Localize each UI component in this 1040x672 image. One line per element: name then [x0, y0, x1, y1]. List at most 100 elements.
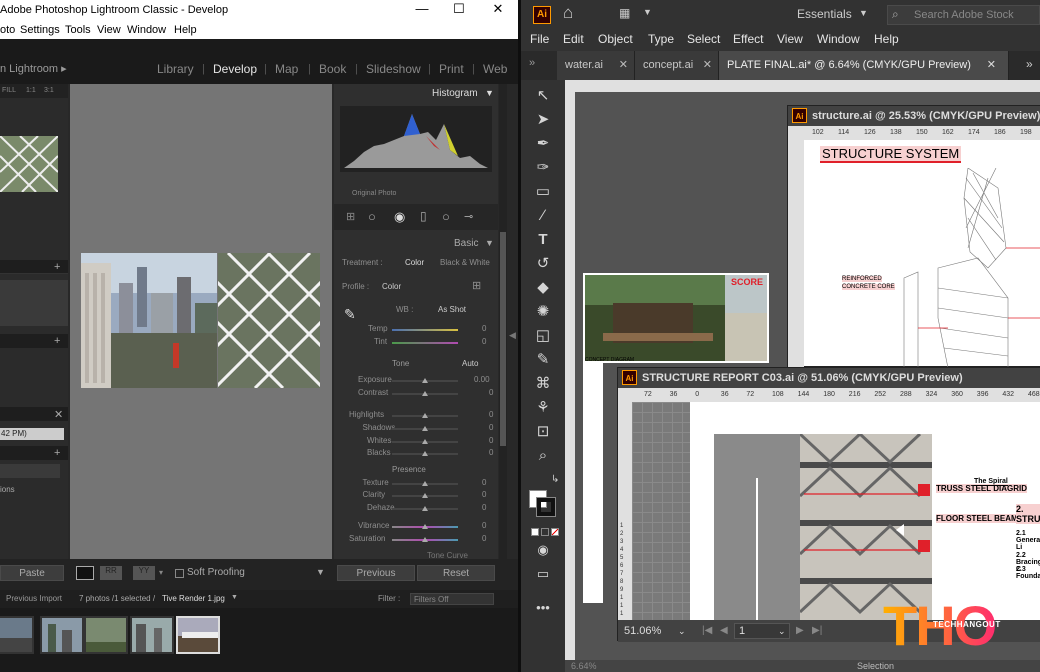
wb-select[interactable]: As Shot	[438, 305, 466, 314]
crop-icon[interactable]: ⊞	[346, 210, 355, 223]
puppet-warp-tool-icon[interactable]: ✺	[533, 302, 553, 322]
soft-proofing-checkbox[interactable]	[175, 569, 184, 578]
rectangle-tool-icon[interactable]: ▭	[533, 182, 553, 202]
last-artboard-icon[interactable]: ▶|	[812, 625, 822, 636]
basic-header[interactable]: Basic	[454, 238, 478, 249]
arrange-documents-icon[interactable]: ▦	[619, 6, 630, 20]
profile-select[interactable]: Color	[382, 282, 401, 291]
brush-icon[interactable]: ⊸	[464, 210, 473, 223]
collapse-triangle-icon[interactable]: ▼	[485, 238, 494, 248]
tab-plate-final[interactable]: PLATE FINAL.ai* @ 6.64% (CMYK/GPU Previe…	[719, 51, 1009, 80]
presence-slider-value[interactable]: 0	[482, 490, 486, 499]
tone-slider-value[interactable]: 0	[489, 388, 493, 397]
module-web[interactable]: Web	[483, 62, 507, 76]
panel-collapse-icon[interactable]: ◀	[509, 330, 516, 341]
filmstrip-thumb-selected[interactable]	[176, 616, 220, 654]
profile-browser-icon[interactable]: ⊞	[472, 279, 481, 292]
file-name[interactable]: Tive Render 1.jpg	[162, 594, 225, 603]
pen-tool-icon[interactable]: ✒	[533, 134, 553, 154]
tint-slider[interactable]	[392, 342, 458, 344]
module-slideshow[interactable]: Slideshow	[366, 62, 421, 76]
menu-photo[interactable]: oto	[0, 24, 15, 36]
menu-window[interactable]: Window	[817, 32, 860, 46]
zoom-3-1[interactable]: 3:1	[44, 87, 54, 94]
temp-slider[interactable]	[392, 329, 458, 331]
graduated-filter-icon[interactable]: ▯	[420, 209, 427, 223]
slider-knob[interactable]	[422, 537, 428, 542]
stock-search-field[interactable]: ⌕ Search Adobe Stock	[887, 5, 1040, 25]
gradient-mode-icon[interactable]	[541, 528, 549, 536]
selection-tool-icon[interactable]: ↖	[533, 86, 553, 106]
chevron-down-icon[interactable]: ▼	[859, 8, 868, 18]
slider-knob[interactable]	[422, 481, 428, 486]
tint-value[interactable]: 0	[482, 337, 486, 346]
more-tools-icon[interactable]: •••	[533, 598, 553, 618]
menu-help[interactable]: Help	[874, 32, 899, 46]
tone-slider-value[interactable]: 0	[489, 448, 493, 457]
module-print[interactable]: Print	[439, 62, 464, 76]
photo-canvas[interactable]	[70, 84, 332, 559]
swap-colors-icon[interactable]: ↳	[551, 474, 559, 485]
auto-button[interactable]: Auto	[462, 359, 478, 368]
eraser-tool-icon[interactable]: ◆	[533, 278, 553, 298]
add-icon[interactable]: +	[54, 447, 60, 459]
tone-slider-value[interactable]: 0	[489, 436, 493, 445]
structure-document[interactable]: structure.ai @ 25.53% (CMYK/GPU Preview)…	[787, 105, 1040, 368]
module-map[interactable]: Map	[275, 62, 298, 76]
eyedropper-icon[interactable]: ✎	[344, 306, 356, 323]
menu-view[interactable]: View	[777, 32, 803, 46]
slider-knob[interactable]	[422, 413, 428, 418]
treatment-bw[interactable]: Black & White	[440, 258, 490, 267]
presence-slider-value[interactable]: 0	[482, 534, 486, 543]
filmstrip-thumb[interactable]	[130, 616, 174, 654]
tab-water[interactable]: water.ai ✕	[557, 51, 635, 80]
next-artboard-icon[interactable]: ▶	[796, 625, 804, 636]
treatment-color[interactable]: Color	[405, 258, 424, 267]
before-after-yy-icon[interactable]: YY	[133, 566, 155, 580]
paste-button[interactable]: Paste	[0, 565, 64, 581]
module-library[interactable]: Library	[157, 62, 194, 76]
type-tool-icon[interactable]: T	[533, 230, 553, 250]
chevron-down-icon[interactable]: ⌄	[778, 626, 786, 637]
chevron-down-icon[interactable]: ▼	[231, 594, 238, 601]
menu-edit[interactable]: Edit	[563, 32, 584, 46]
slider-knob[interactable]	[422, 378, 428, 383]
menu-select[interactable]: Select	[687, 32, 720, 46]
curvature-tool-icon[interactable]: ✑	[533, 158, 553, 178]
reset-button[interactable]: Reset	[417, 565, 495, 581]
rotate-tool-icon[interactable]: ↺	[533, 254, 553, 274]
structure-doc-title[interactable]: structure.ai @ 25.53% (CMYK/GPU Preview)	[788, 106, 1040, 126]
collection-item[interactable]	[0, 464, 60, 478]
close-button[interactable]: ✕	[480, 1, 516, 19]
main-zoom[interactable]: 6.64%	[571, 661, 597, 671]
slider-knob[interactable]	[422, 391, 428, 396]
canvas-area[interactable]: SCORE CONCEPT DIAGRAM structure.ai @ 25.…	[565, 80, 1040, 672]
paintbrush-tool-icon[interactable]: ∕	[533, 206, 553, 226]
slider-knob[interactable]	[422, 493, 428, 498]
panel-expand-icon[interactable]: »	[529, 57, 535, 69]
menu-tools[interactable]: Tools	[65, 24, 91, 36]
add-icon[interactable]: +	[54, 335, 60, 347]
maximize-button[interactable]: ☐	[441, 1, 477, 19]
menu-type[interactable]: Type	[648, 32, 674, 46]
filter-select[interactable]: Filters Off	[410, 593, 494, 605]
tone-slider-value[interactable]: 0	[489, 410, 493, 419]
module-develop[interactable]: Develop	[213, 62, 257, 76]
menu-view[interactable]: View	[97, 24, 121, 36]
blend-tool-icon[interactable]: ⌘	[533, 374, 553, 394]
close-icon[interactable]: ✕	[54, 408, 63, 421]
previous-artboard-icon[interactable]: ◀	[720, 625, 728, 636]
home-icon[interactable]: ⌂	[563, 3, 573, 23]
original-photo-label[interactable]: Original Photo	[352, 190, 396, 197]
filmstrip-thumb[interactable]	[40, 616, 84, 654]
chevron-down-icon[interactable]: ⌄	[678, 626, 686, 637]
filmstrip-thumb[interactable]	[84, 616, 128, 654]
report-doc-title[interactable]: STRUCTURE REPORT C03.ai @ 51.06% (CMYK/G…	[618, 368, 1040, 388]
chevron-down-icon[interactable]: ▾	[159, 568, 163, 577]
source-label[interactable]: Previous Import	[6, 594, 62, 603]
histogram-header[interactable]: Histogram	[432, 88, 478, 99]
more-tabs-icon[interactable]: »	[1026, 57, 1033, 71]
tone-slider-value[interactable]: 0.00	[474, 375, 490, 384]
collapse-triangle-icon[interactable]: ▼	[485, 88, 494, 98]
stroke-swatch[interactable]	[536, 497, 556, 517]
